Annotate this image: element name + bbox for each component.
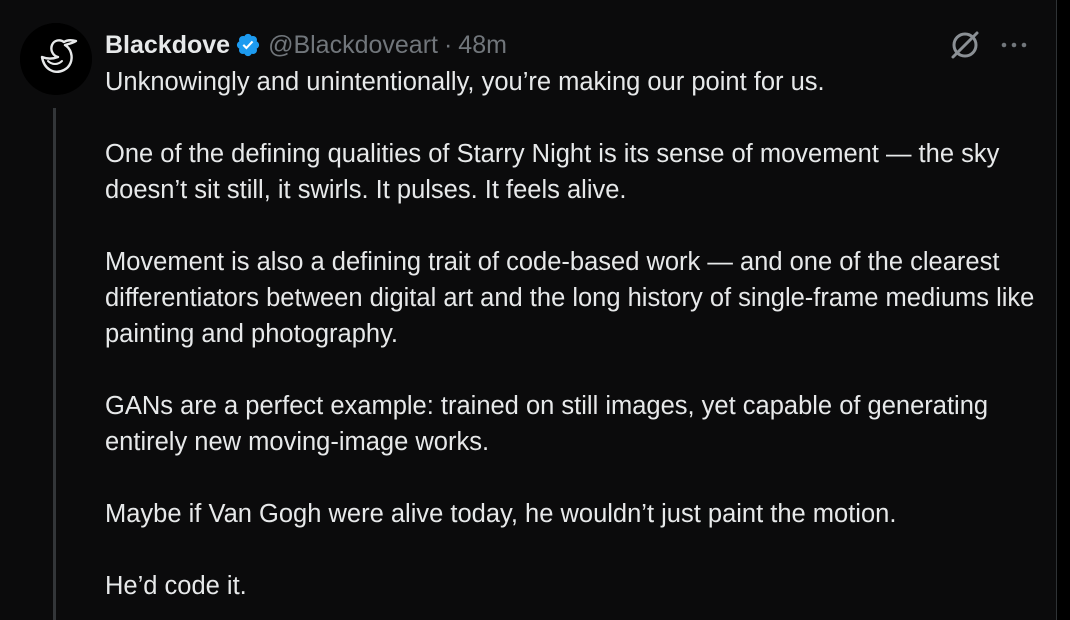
timestamp[interactable]: 48m [458, 31, 507, 60]
tweet-actions [948, 28, 1028, 62]
thread-line [53, 108, 56, 620]
tweet-paragraph: He’d code it. [105, 572, 247, 600]
tweet-paragraph: Unknowingly and unintentionally, you’re … [105, 68, 825, 96]
grok-slash-circle-icon[interactable] [948, 28, 982, 62]
tweet-paragraph: One of the defining qualities of Starry … [105, 140, 1007, 204]
verified-badge-icon [235, 32, 261, 58]
tweet-paragraph: Maybe if Van Gogh were alive today, he w… [105, 500, 897, 528]
more-dots-icon[interactable] [1000, 40, 1028, 50]
tweet-text: Unknowingly and unintentionally, you’re … [105, 64, 1045, 620]
separator-dot: · [443, 30, 453, 59]
tweet-paragraph: GANs are a perfect example: trained on s… [105, 392, 996, 456]
tweet-card[interactable]: Blackdove @Blackdoveart · 48m Unknowingl… [0, 0, 1057, 620]
tweet-paragraph: Movement is also a defining trait of cod… [105, 248, 1042, 348]
avatar[interactable] [20, 23, 92, 95]
author-display-name[interactable]: Blackdove [105, 31, 230, 60]
author-handle[interactable]: @Blackdoveart [268, 31, 438, 60]
tweet-header: Blackdove @Blackdoveart · 48m [105, 30, 507, 60]
dove-logo-icon [20, 23, 92, 95]
